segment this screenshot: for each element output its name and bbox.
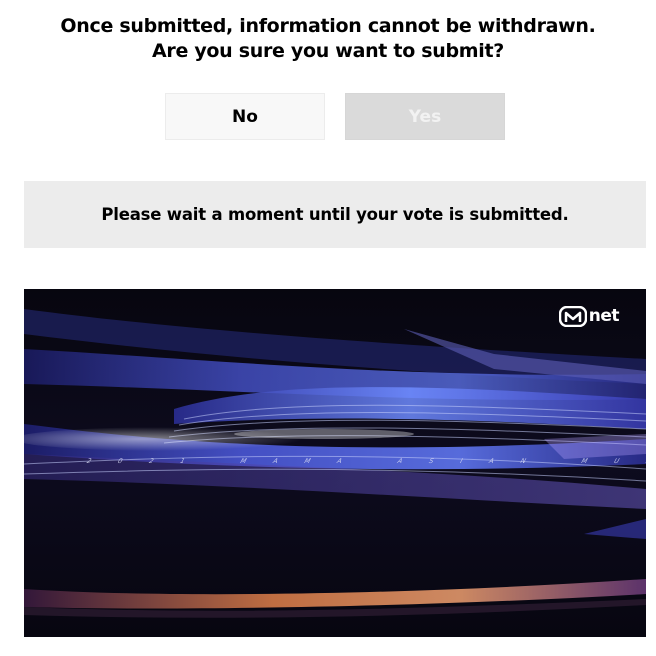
promo-video[interactable]: net 2021 MAMA ASIAN MUSIC AWARDS	[24, 289, 646, 637]
mnet-logo-text: net	[588, 306, 620, 326]
wait-banner-text: Please wait a moment until your vote is …	[101, 205, 569, 224]
mnet-logo: net	[558, 306, 620, 327]
no-button[interactable]: No	[165, 93, 325, 140]
wait-banner: Please wait a moment until your vote is …	[24, 181, 646, 248]
confirm-message: Once submitted, information cannot be wi…	[0, 14, 656, 64]
video-caption: 2021 MAMA ASIAN MUSIC AWARDS	[85, 457, 646, 465]
mnet-m-logo-icon	[558, 306, 587, 327]
confirm-message-line2: Are you sure you want to submit?	[151, 40, 505, 62]
confirm-message-line1: Once submitted, information cannot be wi…	[60, 15, 596, 37]
vote-confirm-page: Once submitted, information cannot be wi…	[0, 0, 656, 656]
yes-button[interactable]: Yes	[345, 93, 505, 140]
